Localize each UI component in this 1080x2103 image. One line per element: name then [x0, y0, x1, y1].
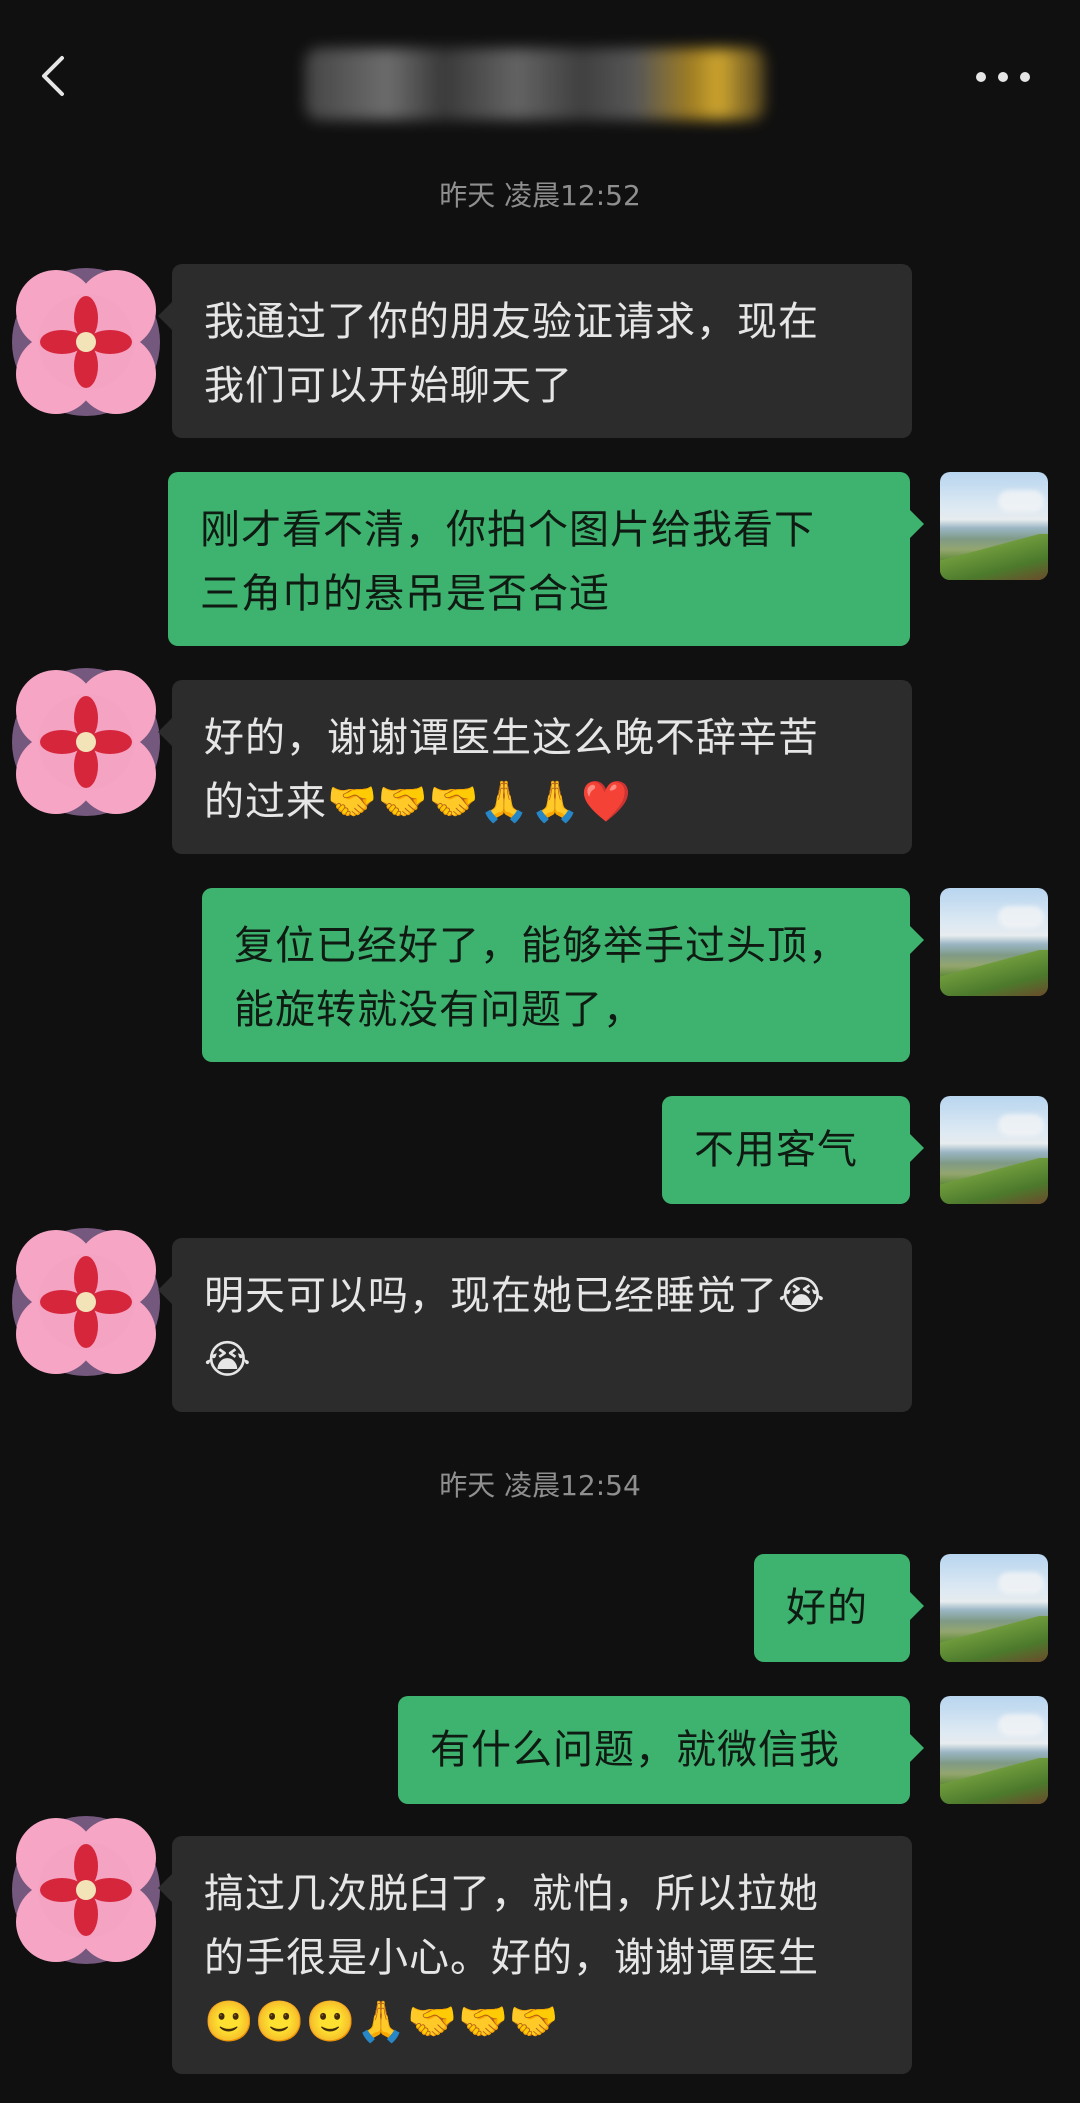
- self-avatar[interactable]: [940, 472, 1048, 580]
- flower-avatar-icon: [12, 668, 160, 816]
- contact-avatar[interactable]: [6, 662, 166, 822]
- self-avatar[interactable]: [940, 1554, 1048, 1662]
- incoming-message[interactable]: 明天可以吗，现在她已经睡觉了😭 😭: [158, 1238, 912, 1412]
- contact-avatar[interactable]: [6, 1222, 166, 1382]
- contact-avatar[interactable]: [6, 262, 166, 422]
- outgoing-message[interactable]: 好的: [754, 1554, 924, 1662]
- contact-avatar[interactable]: [6, 1810, 166, 1970]
- timestamp: 昨天 凌晨12:54: [439, 1469, 641, 1502]
- chat-header: [0, 0, 1080, 150]
- more-dots-icon: [976, 72, 1030, 82]
- chevron-left-icon: [42, 56, 64, 96]
- outgoing-message[interactable]: 刚才看不清，你拍个图片给我看下 三角巾的悬吊是否合适: [168, 472, 924, 646]
- timestamp: 昨天 凌晨12:52: [439, 179, 641, 212]
- self-avatar[interactable]: [940, 1096, 1048, 1204]
- flower-avatar-icon: [12, 268, 160, 416]
- outgoing-message[interactable]: 复位已经好了，能够举手过头顶， 能旋转就没有问题了，: [202, 888, 924, 1062]
- more-options-button[interactable]: [968, 62, 1038, 92]
- back-button[interactable]: [30, 46, 80, 106]
- self-avatar[interactable]: [940, 888, 1048, 996]
- incoming-message[interactable]: 搞过几次脱臼了，就怕，所以拉她 的手很是小心。好的，谢谢谭医生 🙂🙂🙂🙏🤝🤝🤝: [158, 1836, 912, 2074]
- contact-name-redacted: [305, 48, 765, 120]
- self-avatar[interactable]: [940, 1696, 1048, 1804]
- incoming-message[interactable]: 我通过了你的朋友验证请求，现在 我们可以开始聊天了: [158, 264, 912, 438]
- incoming-message[interactable]: 好的，谢谢谭医生这么晚不辞辛苦 的过来🤝🤝🤝🙏🙏❤️: [158, 680, 912, 854]
- outgoing-message[interactable]: 不用客气: [662, 1096, 924, 1204]
- outgoing-message[interactable]: 有什么问题，就微信我: [398, 1696, 924, 1804]
- flower-avatar-icon: [12, 1228, 160, 1376]
- flower-avatar-icon: [12, 1816, 160, 1964]
